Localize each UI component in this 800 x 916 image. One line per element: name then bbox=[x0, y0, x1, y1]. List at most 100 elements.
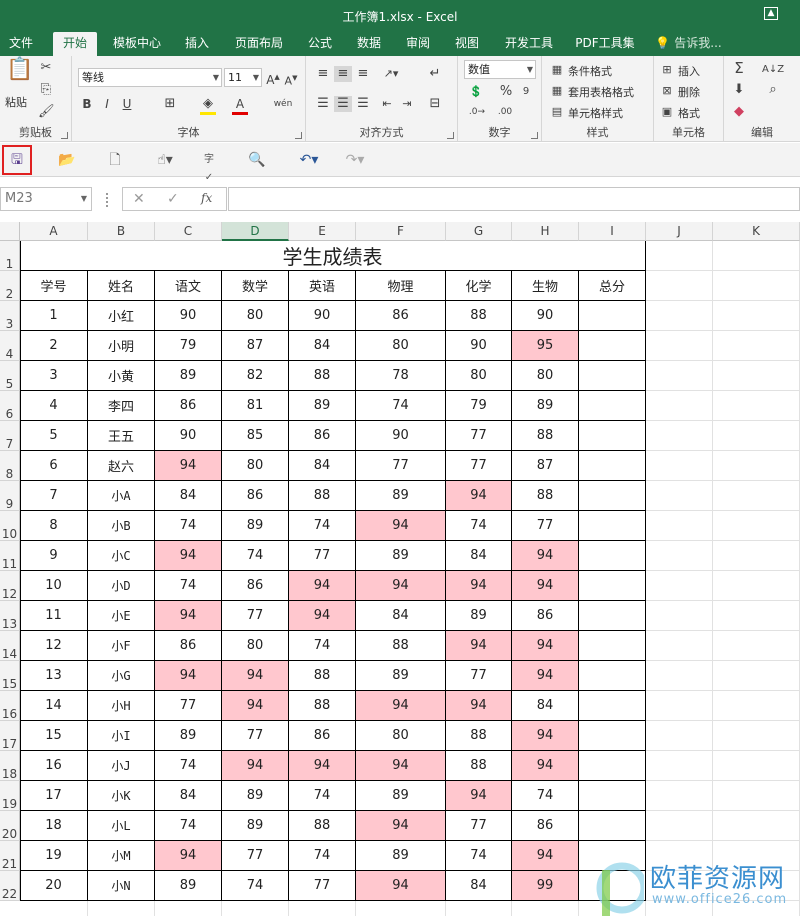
new-file-icon[interactable]: 🗋 bbox=[106, 151, 124, 169]
score-cell[interactable]: 89 bbox=[155, 361, 222, 391]
comma-style-icon[interactable]: 9 bbox=[518, 84, 534, 100]
grid-cell[interactable] bbox=[646, 391, 713, 421]
name-cell[interactable]: 小A bbox=[88, 481, 155, 511]
sort-filter-icon[interactable]: A↓Z bbox=[762, 62, 784, 78]
find-select-icon[interactable]: ⌕ bbox=[764, 82, 782, 98]
score-cell[interactable]: 77 bbox=[446, 421, 512, 451]
score-cell[interactable]: 81 bbox=[222, 391, 289, 421]
score-cell[interactable]: 74 bbox=[512, 781, 579, 811]
column-header-g[interactable]: G bbox=[446, 222, 512, 241]
copy-icon[interactable]: ⎘ bbox=[38, 82, 54, 98]
grid-cell[interactable] bbox=[713, 811, 800, 841]
phonetic-guide-icon[interactable]: wén bbox=[270, 96, 296, 112]
score-cell[interactable]: 89 bbox=[289, 391, 356, 421]
column-header-e[interactable]: E bbox=[289, 222, 356, 241]
score-cell[interactable]: 89 bbox=[356, 781, 446, 811]
underline-icon[interactable]: U bbox=[120, 96, 134, 112]
score-cell[interactable]: 74 bbox=[446, 511, 512, 541]
tab-page-layout[interactable]: 页面布局 bbox=[232, 32, 286, 56]
grid-cell[interactable] bbox=[713, 721, 800, 751]
grid-cell[interactable] bbox=[646, 481, 713, 511]
score-cell[interactable]: 79 bbox=[446, 391, 512, 421]
row-header-21[interactable]: 21 bbox=[0, 841, 20, 871]
name-cell[interactable]: 王五 bbox=[88, 421, 155, 451]
score-cell[interactable]: 88 bbox=[289, 661, 356, 691]
grid-cell[interactable] bbox=[222, 901, 289, 916]
score-cell[interactable]: 74 bbox=[155, 751, 222, 781]
score-cell[interactable]: 80 bbox=[222, 451, 289, 481]
grid-cell[interactable] bbox=[713, 421, 800, 451]
column-header-f[interactable]: F bbox=[356, 222, 446, 241]
enter-icon[interactable]: ✓ bbox=[167, 191, 179, 207]
clear-icon[interactable]: ◆ bbox=[730, 104, 748, 120]
score-cell[interactable]: 80 bbox=[356, 331, 446, 361]
score-cell[interactable]: 86 bbox=[155, 631, 222, 661]
score-cell[interactable]: 74 bbox=[289, 781, 356, 811]
score-cell[interactable]: 88 bbox=[289, 811, 356, 841]
row-header-20[interactable]: 20 bbox=[0, 811, 20, 841]
align-left-icon[interactable]: ☰ bbox=[314, 96, 332, 112]
grid-cell[interactable] bbox=[713, 331, 800, 361]
grid-cell[interactable] bbox=[713, 541, 800, 571]
score-cell[interactable]: 94 bbox=[155, 541, 222, 571]
score-cell[interactable]: 8 bbox=[20, 511, 88, 541]
header-cell[interactable]: 化学 bbox=[446, 271, 512, 301]
score-cell[interactable]: 2 bbox=[20, 331, 88, 361]
grid-cell[interactable] bbox=[713, 691, 800, 721]
row-header-14[interactable]: 14 bbox=[0, 631, 20, 661]
cancel-icon[interactable]: ✕ bbox=[133, 191, 145, 207]
row-header-1[interactable]: 1 bbox=[0, 241, 20, 271]
score-cell[interactable]: 89 bbox=[356, 481, 446, 511]
score-cell[interactable]: 89 bbox=[222, 781, 289, 811]
formula-input[interactable] bbox=[228, 187, 800, 211]
score-cell[interactable]: 86 bbox=[289, 721, 356, 751]
grid-cell[interactable] bbox=[713, 751, 800, 781]
score-cell[interactable] bbox=[579, 451, 646, 481]
name-cell[interactable]: 小G bbox=[88, 661, 155, 691]
ribbon-display-options-icon[interactable]: ▲ bbox=[764, 7, 778, 20]
score-cell[interactable]: 74 bbox=[356, 391, 446, 421]
tell-me-search[interactable]: 告诉我... bbox=[672, 32, 724, 56]
fill-color-icon[interactable]: ◈ bbox=[200, 96, 216, 115]
grid-cell[interactable] bbox=[646, 451, 713, 481]
row-header-15[interactable]: 15 bbox=[0, 661, 20, 691]
score-cell[interactable] bbox=[579, 361, 646, 391]
score-cell[interactable]: 88 bbox=[512, 481, 579, 511]
score-cell[interactable]: 86 bbox=[222, 481, 289, 511]
score-cell[interactable]: 94 bbox=[289, 751, 356, 781]
score-cell[interactable]: 90 bbox=[155, 421, 222, 451]
score-cell[interactable]: 94 bbox=[446, 781, 512, 811]
score-cell[interactable]: 94 bbox=[356, 811, 446, 841]
score-cell[interactable]: 94 bbox=[512, 631, 579, 661]
score-cell[interactable]: 90 bbox=[446, 331, 512, 361]
grid-cell[interactable] bbox=[646, 661, 713, 691]
tab-review[interactable]: 审阅 bbox=[401, 32, 435, 56]
score-cell[interactable]: 94 bbox=[155, 451, 222, 481]
score-cell[interactable]: 94 bbox=[446, 691, 512, 721]
score-cell[interactable]: 77 bbox=[512, 511, 579, 541]
grid-cell[interactable] bbox=[512, 901, 579, 916]
score-cell[interactable]: 20 bbox=[20, 871, 88, 901]
score-cell[interactable]: 14 bbox=[20, 691, 88, 721]
align-center-icon[interactable]: ☰ bbox=[334, 96, 352, 112]
align-middle-icon[interactable]: ≡ bbox=[334, 66, 352, 82]
score-cell[interactable] bbox=[579, 781, 646, 811]
row-header-19[interactable]: 19 bbox=[0, 781, 20, 811]
score-cell[interactable]: 84 bbox=[446, 871, 512, 901]
score-cell[interactable]: 74 bbox=[155, 511, 222, 541]
score-cell[interactable]: 94 bbox=[512, 661, 579, 691]
grid-cell[interactable] bbox=[646, 721, 713, 751]
score-cell[interactable]: 88 bbox=[446, 751, 512, 781]
grid-cell[interactable] bbox=[646, 241, 713, 271]
score-cell[interactable]: 13 bbox=[20, 661, 88, 691]
name-cell[interactable]: 小K bbox=[88, 781, 155, 811]
name-cell[interactable]: 小J bbox=[88, 751, 155, 781]
score-cell[interactable]: 89 bbox=[446, 601, 512, 631]
font-name-select[interactable]: 等线 ▼ bbox=[78, 68, 222, 87]
align-bottom-icon[interactable]: ≡ bbox=[354, 66, 372, 82]
grid-cell[interactable] bbox=[646, 601, 713, 631]
header-cell[interactable]: 生物 bbox=[512, 271, 579, 301]
name-cell[interactable]: 小M bbox=[88, 841, 155, 871]
column-header-a[interactable]: A bbox=[20, 222, 88, 241]
grid-cell[interactable] bbox=[646, 301, 713, 331]
